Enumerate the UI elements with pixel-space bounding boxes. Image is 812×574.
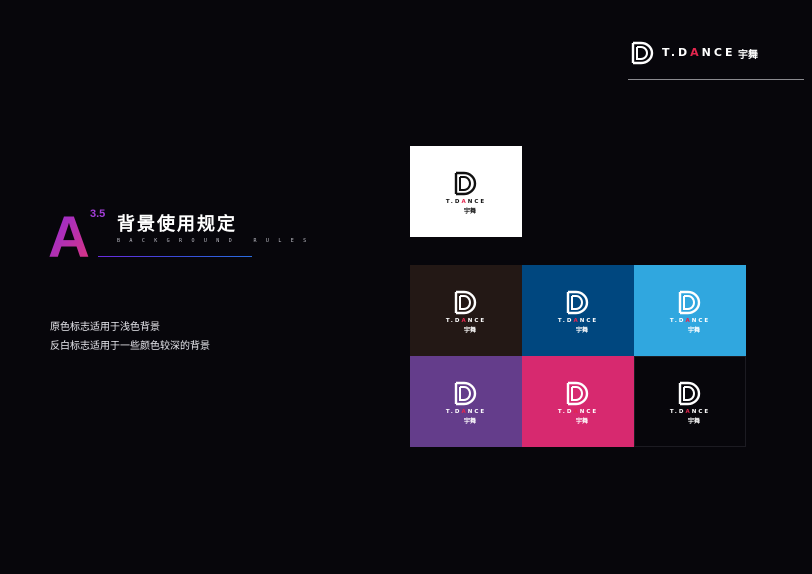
swatch-brand-name: T.DANCE xyxy=(669,317,711,324)
swatch-brand-cn: 宇舞 xyxy=(687,326,700,334)
brand-mark-icon xyxy=(631,41,654,65)
swatch-brand-cn: 宇舞 xyxy=(463,326,476,334)
swatch-brand-name: T.DANCE xyxy=(557,408,599,415)
section-subtitle: BACKGROUND RULES xyxy=(117,238,316,244)
swatch-logo: T.DANCE 宇舞 xyxy=(660,289,720,334)
swatch-1: T.DANCE 宇舞 xyxy=(410,146,522,237)
swatch-3: T.DANCE 宇舞 xyxy=(522,265,634,356)
swatch-brand-cn: 宇舞 xyxy=(575,326,588,334)
description-light-bg: 原色标志适用于浅色背景 xyxy=(50,322,160,333)
section-number: 3.5 xyxy=(90,208,106,220)
section-title: 背景使用规定 xyxy=(117,214,237,235)
brand-accent-letter: A xyxy=(461,317,468,324)
brand-mark-icon xyxy=(454,381,477,405)
brand-accent-letter: A xyxy=(685,408,692,415)
header-logo: T.DANCE 宇舞 xyxy=(630,40,770,68)
header-brand-name: T.DANCE xyxy=(662,46,736,59)
brand-mark-icon xyxy=(678,290,701,314)
swatch-7: T.DANCE 宇舞 xyxy=(634,356,746,447)
swatch-2: T.DANCE 宇舞 xyxy=(410,265,522,356)
swatch-4: T.DANCE 宇舞 xyxy=(634,265,746,356)
swatch-6: T.DANCE 宇舞 xyxy=(522,356,634,447)
swatch-brand-name: T.DANCE xyxy=(445,317,487,324)
description-dark-bg: 反白标志适用于一些颜色较深的背景 xyxy=(50,341,210,352)
swatch-logo: T.DANCE 宇舞 xyxy=(548,380,608,425)
swatch-brand-cn: 宇舞 xyxy=(463,207,476,215)
swatch-brand-cn: 宇舞 xyxy=(575,417,588,425)
brand-mark-icon xyxy=(678,381,701,405)
swatch-5: T.DANCE 宇舞 xyxy=(410,356,522,447)
header-brand-cn: 宇舞 xyxy=(738,50,758,61)
swatch-logo: T.DANCE 宇舞 xyxy=(436,170,496,215)
brand-accent-letter: A xyxy=(573,408,580,415)
swatch-brand-cn: 宇舞 xyxy=(463,417,476,425)
swatch-logo: T.DANCE 宇舞 xyxy=(660,380,720,425)
brand-mark-icon xyxy=(566,290,589,314)
swatch-brand-cn: 宇舞 xyxy=(687,417,700,425)
brand-mark-icon xyxy=(454,171,477,195)
swatch-logo: T.DANCE 宇舞 xyxy=(436,380,496,425)
brand-accent-letter: A xyxy=(461,198,468,205)
header-divider xyxy=(628,79,804,80)
brand-accent-letter: A xyxy=(461,408,468,415)
swatch-brand-name: T.DANCE xyxy=(669,408,711,415)
brand-accent-letter: A xyxy=(690,46,702,59)
swatch-brand-name: T.DANCE xyxy=(445,408,487,415)
section-letter: A xyxy=(48,206,90,260)
brand-mark-icon xyxy=(566,381,589,405)
swatch-brand-name: T.DANCE xyxy=(445,198,487,205)
brand-mark-icon xyxy=(454,290,477,314)
swatch-brand-name: T.DANCE xyxy=(557,317,599,324)
swatch-logo: T.DANCE 宇舞 xyxy=(548,289,608,334)
swatch-logo: T.DANCE 宇舞 xyxy=(436,289,496,334)
brand-accent-letter: A xyxy=(685,317,692,324)
section-underline xyxy=(98,256,252,257)
brand-accent-letter: A xyxy=(573,317,580,324)
